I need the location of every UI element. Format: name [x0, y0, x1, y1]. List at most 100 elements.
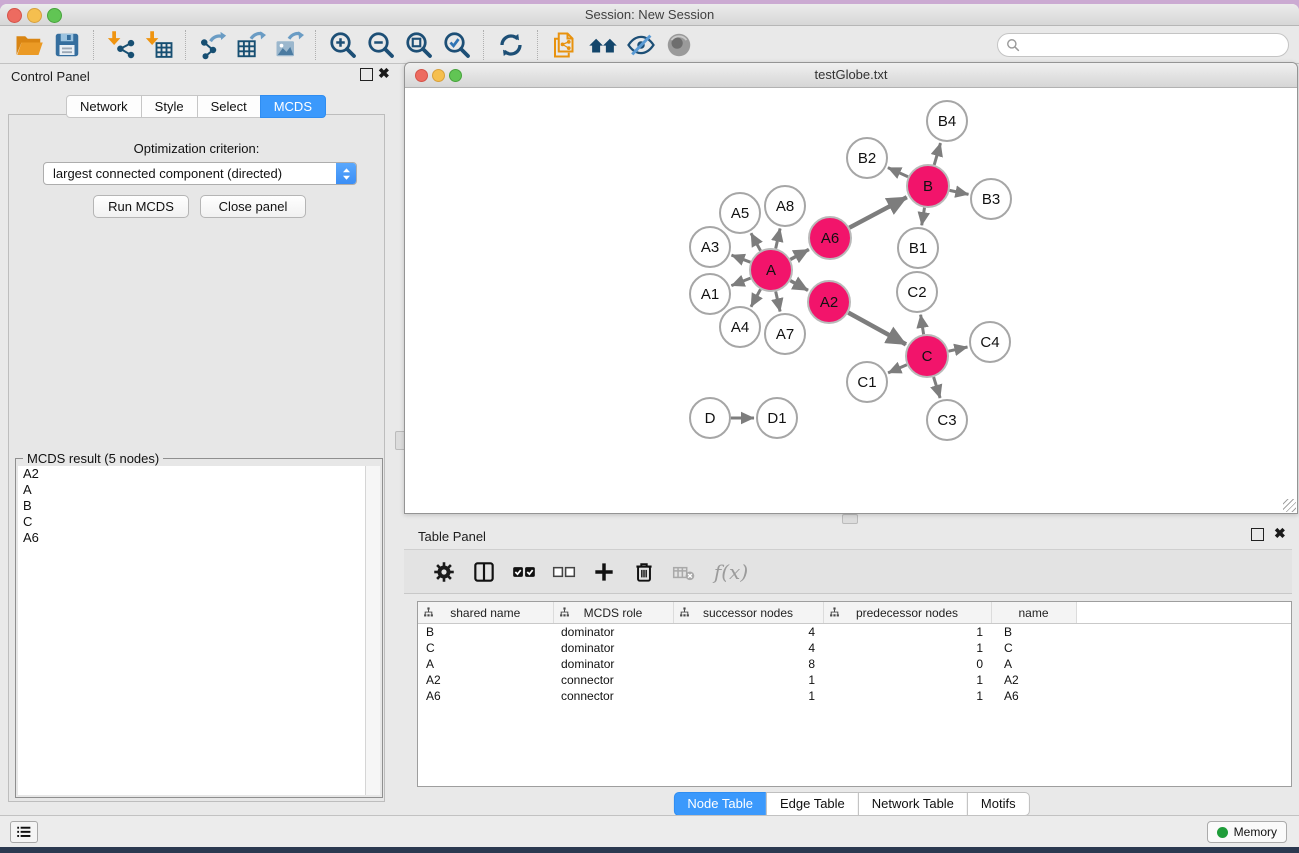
cell-mcds-role[interactable]: dominator: [553, 640, 673, 656]
edge-A-A2[interactable]: [790, 281, 808, 291]
search-input[interactable]: [1025, 36, 1280, 53]
edge-A-A3[interactable]: [732, 255, 751, 262]
node-C2[interactable]: C2: [897, 272, 937, 312]
table-row[interactable]: Adominator80A: [418, 656, 1291, 672]
node-A5[interactable]: A5: [720, 193, 760, 233]
cell-shared-name[interactable]: B: [418, 624, 553, 641]
node-A7[interactable]: A7: [765, 314, 805, 354]
tab-style[interactable]: Style: [141, 95, 198, 118]
memory-button[interactable]: Memory: [1207, 821, 1287, 843]
cell-successor-nodes[interactable]: 1: [673, 688, 823, 704]
function-builder-icon[interactable]: f(x): [704, 554, 758, 590]
cell-predecessor-nodes[interactable]: 1: [823, 624, 991, 641]
import-table-icon[interactable]: [140, 28, 178, 62]
node-B3[interactable]: B3: [971, 179, 1011, 219]
cell-name[interactable]: C: [991, 640, 1076, 656]
edge-A-A8[interactable]: [776, 229, 780, 249]
edge-A6-B[interactable]: [849, 197, 906, 228]
export-table-icon[interactable]: [232, 28, 270, 62]
task-list-icon[interactable]: [10, 821, 38, 843]
table-row[interactable]: A2connector11A2: [418, 672, 1291, 688]
cell-name[interactable]: A6: [991, 688, 1076, 704]
zoom-selected-icon[interactable]: [438, 28, 476, 62]
table-row[interactable]: A6connector11A6: [418, 688, 1291, 704]
column-header-predecessor-nodes[interactable]: predecessor nodes: [823, 602, 991, 624]
control-panel-float-icon[interactable]: [360, 68, 373, 81]
mcds-result-item[interactable]: A: [18, 482, 366, 498]
deselect-all-checkboxes-icon[interactable]: [544, 554, 584, 590]
cell-predecessor-nodes[interactable]: 0: [823, 656, 991, 672]
column-layout-icon[interactable]: [464, 554, 504, 590]
node-A3[interactable]: A3: [690, 227, 730, 267]
control-panel-close-icon[interactable]: ✖: [378, 68, 389, 79]
edge-C-C2[interactable]: [921, 315, 924, 335]
delete-column-icon[interactable]: [624, 554, 664, 590]
node-B2[interactable]: B2: [847, 138, 887, 178]
node-B1[interactable]: B1: [898, 228, 938, 268]
mcds-result-item[interactable]: C: [18, 514, 366, 530]
network-canvas[interactable]: B4B2BB3A8A5A6A3B1AA1C2A2A4A7C4CC1C3DD1: [405, 88, 1297, 513]
node-A1[interactable]: A1: [690, 274, 730, 314]
resize-grip[interactable]: [1283, 499, 1296, 512]
node-D[interactable]: D: [690, 398, 730, 438]
settings-gear-icon[interactable]: [424, 554, 464, 590]
import-network-icon[interactable]: [102, 28, 140, 62]
open-file-icon[interactable]: [10, 28, 48, 62]
edge-C-C4[interactable]: [949, 347, 968, 351]
cell-shared-name[interactable]: A2: [418, 672, 553, 688]
edge-A-A7[interactable]: [776, 292, 780, 312]
tab-node-table[interactable]: Node Table: [673, 792, 767, 816]
cell-mcds-role[interactable]: dominator: [553, 656, 673, 672]
node-D1[interactable]: D1: [757, 398, 797, 438]
node-A2[interactable]: A2: [808, 281, 850, 323]
zoom-out-icon[interactable]: [362, 28, 400, 62]
cell-mcds-role[interactable]: dominator: [553, 624, 673, 641]
add-column-icon[interactable]: [584, 554, 624, 590]
cell-predecessor-nodes[interactable]: 1: [823, 640, 991, 656]
hide-panel-eye-icon[interactable]: [622, 28, 660, 62]
export-image-icon[interactable]: [270, 28, 308, 62]
column-header-name[interactable]: name: [991, 602, 1076, 624]
zoom-in-icon[interactable]: [324, 28, 362, 62]
tab-edge-table[interactable]: Edge Table: [766, 792, 859, 816]
criterion-dropdown[interactable]: largest connected component (directed): [43, 162, 357, 185]
tab-network-table[interactable]: Network Table: [858, 792, 968, 816]
cell-successor-nodes[interactable]: 4: [673, 640, 823, 656]
export-network-icon[interactable]: [194, 28, 232, 62]
table-row[interactable]: Cdominator41C: [418, 640, 1291, 656]
delete-table-icon[interactable]: [664, 554, 704, 590]
mcds-result-item[interactable]: A6: [18, 530, 366, 546]
refresh-view-icon[interactable]: [492, 28, 530, 62]
tab-motifs[interactable]: Motifs: [967, 792, 1030, 816]
column-header-successor-nodes[interactable]: successor nodes: [673, 602, 823, 624]
node-A8[interactable]: A8: [765, 186, 805, 226]
table-row[interactable]: Bdominator41B: [418, 624, 1291, 641]
save-session-icon[interactable]: [48, 28, 86, 62]
node-C1[interactable]: C1: [847, 362, 887, 402]
edge-A-A4[interactable]: [751, 289, 761, 307]
node-B[interactable]: B: [907, 165, 949, 207]
edge-C-C3[interactable]: [934, 377, 941, 398]
node-A6[interactable]: A6: [809, 217, 851, 259]
edge-B-B1[interactable]: [922, 208, 925, 226]
cell-name[interactable]: B: [991, 624, 1076, 641]
edge-A-A1[interactable]: [731, 278, 750, 286]
node-C3[interactable]: C3: [927, 400, 967, 440]
mcds-result-item[interactable]: A2: [18, 466, 366, 482]
edge-A-A6[interactable]: [790, 249, 809, 259]
select-all-checkboxes-icon[interactable]: [504, 554, 544, 590]
tab-network[interactable]: Network: [66, 95, 142, 118]
cell-mcds-role[interactable]: connector: [553, 672, 673, 688]
edge-A2-C[interactable]: [848, 313, 906, 345]
table-panel-close-icon[interactable]: ✖: [1274, 528, 1285, 539]
cell-predecessor-nodes[interactable]: 1: [823, 672, 991, 688]
cell-successor-nodes[interactable]: 4: [673, 624, 823, 641]
node-B4[interactable]: B4: [927, 101, 967, 141]
zoom-fit-icon[interactable]: [400, 28, 438, 62]
node-A4[interactable]: A4: [720, 307, 760, 347]
cell-name[interactable]: A2: [991, 672, 1076, 688]
cell-shared-name[interactable]: C: [418, 640, 553, 656]
column-header-shared-name[interactable]: shared name: [418, 602, 553, 624]
run-mcds-button[interactable]: Run MCDS: [93, 195, 189, 218]
tab-select[interactable]: Select: [197, 95, 261, 118]
